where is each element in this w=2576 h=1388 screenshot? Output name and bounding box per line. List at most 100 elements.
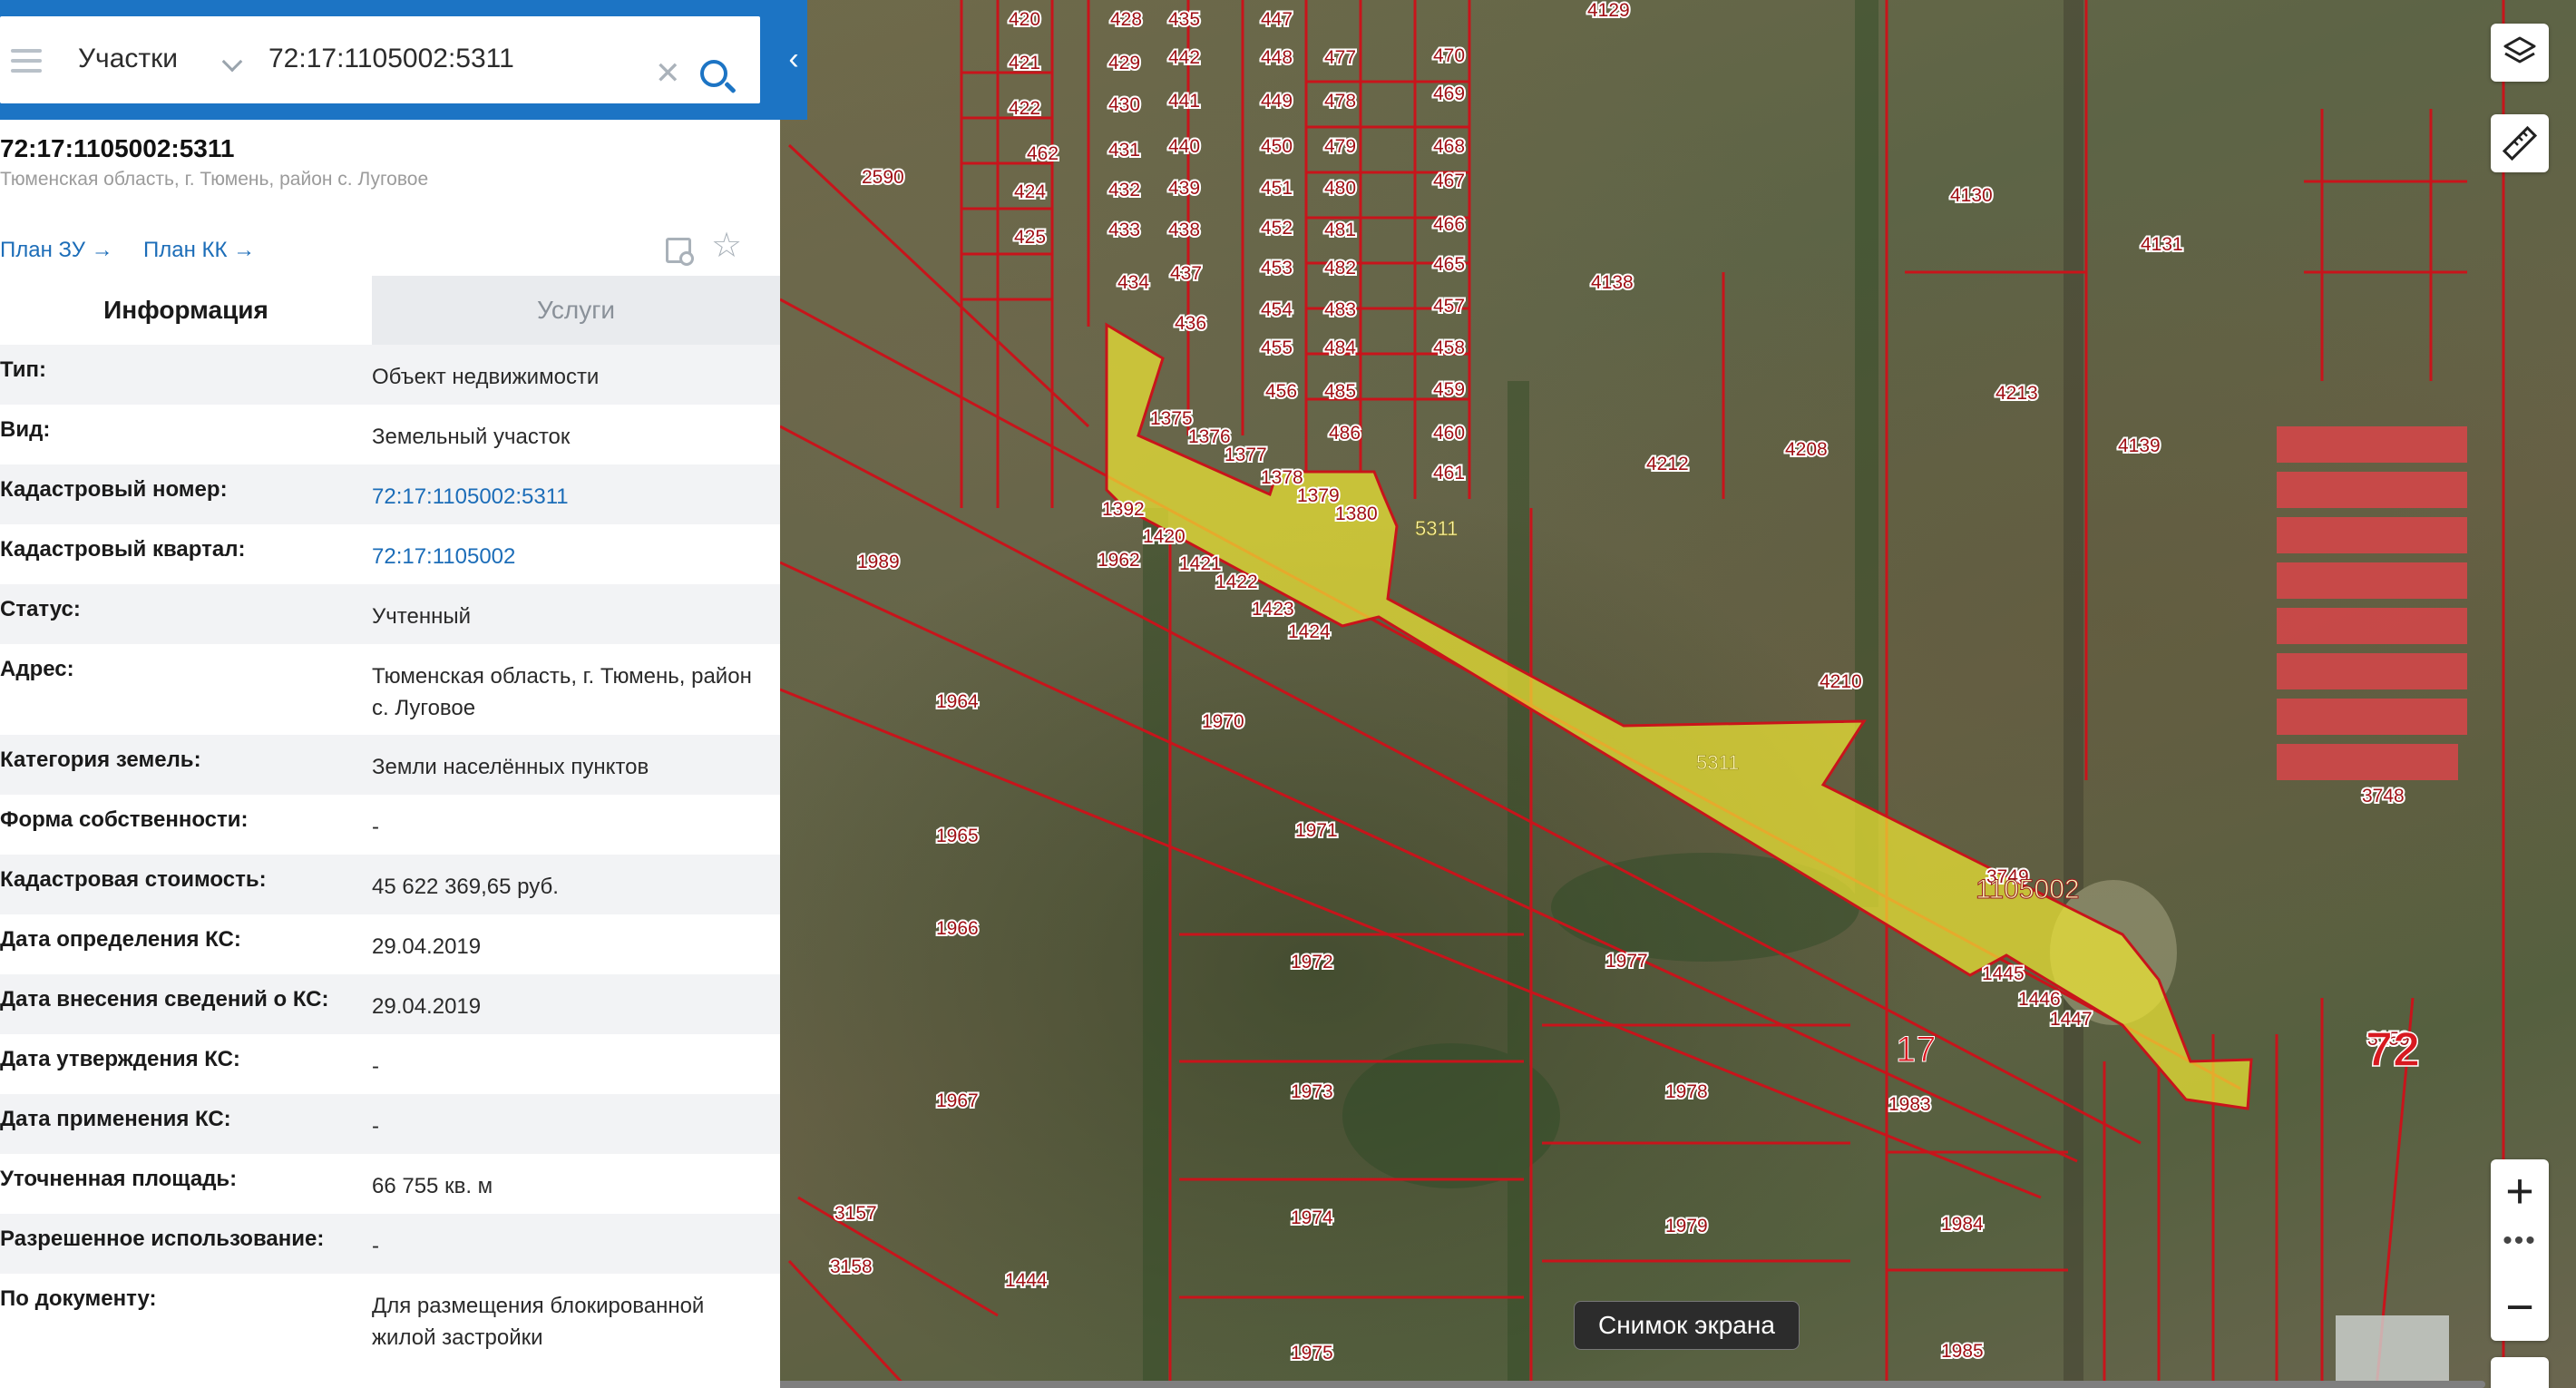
row-value: 29.04.2019 <box>372 934 482 959</box>
parcel-number-label: 1420 <box>1143 526 1186 547</box>
parcel-number-label: 441 <box>1168 91 1200 112</box>
parcel-number-label: 1975 <box>1291 1343 1333 1364</box>
layers-button[interactable] <box>2491 24 2549 82</box>
parcel-number-label: 1970 <box>1202 711 1244 732</box>
row-value-link[interactable]: 72:17:1105002 <box>372 541 771 572</box>
cadastral-overlay[interactable]: 420 421 422 462 424 425 428 429 430 431 432 433 434 4… <box>780 0 2576 1388</box>
parcel-number-label: 451 <box>1261 178 1293 199</box>
parcel-number-label: 456 <box>1265 381 1297 402</box>
parcel-number-label: 1979 <box>1665 1216 1708 1236</box>
parcel-number-label: 4138 <box>1591 272 1634 293</box>
selected-parcel-label-1: 5311 <box>1415 517 1458 540</box>
object-type-select[interactable]: Участки <box>78 44 178 74</box>
parcel-number-label: 1375 <box>1150 408 1193 429</box>
clear-icon[interactable]: ✕ <box>655 58 681 89</box>
parcel-number-label: 1972 <box>1291 952 1333 973</box>
parcel-number-label: 455 <box>1261 337 1293 358</box>
menu-icon[interactable] <box>11 49 42 73</box>
zoom-out-button[interactable]: − <box>2491 1276 2549 1339</box>
tab-services[interactable]: Услуги <box>372 276 780 345</box>
parcel-number-label: 1962 <box>1098 550 1140 571</box>
row-value-link[interactable]: 72:17:1105002:5311 <box>372 481 771 513</box>
parcel-number-label: 448 <box>1261 47 1293 68</box>
table-row: Тип: Объект недвижимости <box>0 345 780 405</box>
parcel-number-label: 479 <box>1324 136 1356 157</box>
table-row: Дата определения КС: 29.04.2019 <box>0 914 780 974</box>
chevron-down-icon[interactable] <box>221 51 243 73</box>
parcel-number-label: 486 <box>1329 423 1361 444</box>
search-icon[interactable] <box>700 60 727 87</box>
parcel-number-label: 1422 <box>1215 572 1258 592</box>
compass-button[interactable] <box>2491 1357 2549 1388</box>
ruler-icon <box>2502 125 2538 161</box>
parcel-number-label: 3158 <box>830 1256 873 1277</box>
parcel-number-label: 1978 <box>1665 1081 1708 1102</box>
table-row: Дата применения КС: - <box>0 1094 780 1154</box>
star-icon[interactable]: ☆ <box>711 229 742 263</box>
parcel-number-label: 440 <box>1168 136 1200 157</box>
panel-tabs: Информация Услуги <box>0 276 780 345</box>
parcel-number-label: 482 <box>1324 258 1356 279</box>
ruler-button[interactable] <box>2491 114 2549 172</box>
chevron-left-icon[interactable]: ‹ <box>780 27 807 91</box>
row-label: По документу: <box>0 1286 157 1311</box>
parcel-number-label: 466 <box>1433 214 1465 235</box>
attribute-table: Тип: Объект недвижимости Вид: Земельный уча… <box>0 345 780 1364</box>
region-label: 72 <box>2366 1022 2420 1077</box>
district-label: 17 <box>1896 1030 1937 1070</box>
parcel-number-label: 1444 <box>1005 1270 1048 1291</box>
plan-kk-link[interactable]: План КК → <box>143 238 255 263</box>
parcel-number-label: 452 <box>1261 218 1293 239</box>
row-label: Адрес: <box>0 657 74 681</box>
boundary-lines <box>780 0 2505 1388</box>
map-view[interactable]: 420 421 422 462 424 425 428 429 430 431 432 433 434 4… <box>780 0 2576 1388</box>
parcel-number-label: 468 <box>1433 136 1465 157</box>
parcel-number-label: 437 <box>1170 263 1202 284</box>
more-icon[interactable]: ••• <box>2491 1223 2549 1259</box>
parcel-number-label: 1985 <box>1941 1341 1984 1362</box>
zoom-out-icon: − <box>2505 1280 2534 1334</box>
parcel-number-label: 424 <box>1014 181 1046 202</box>
row-value: Учтенный <box>372 604 471 629</box>
parcel-number-label: 432 <box>1108 180 1140 200</box>
parcel-number-label: 478 <box>1324 91 1356 112</box>
layers-icon <box>2503 36 2536 64</box>
parcel-number-label: 480 <box>1324 178 1356 199</box>
table-row: Адрес: Тюменская область, г. Тюмень, райо… <box>0 644 780 735</box>
search-box: Участки ✕ <box>0 16 760 103</box>
plan-zu-link[interactable]: План ЗУ → <box>0 238 113 263</box>
parcel-number-label: 436 <box>1175 313 1206 334</box>
table-row: Вид: Земельный участок <box>0 405 780 464</box>
row-label: Кадастровый номер: <box>0 477 228 502</box>
parcel-number-label: 458 <box>1433 337 1465 358</box>
row-value: Для размещения блокированной жилой застр… <box>372 1294 705 1350</box>
table-row: Кадастровый номер: 72:17:1105002:5311 <box>0 464 780 524</box>
minimap[interactable] <box>2336 1315 2449 1388</box>
parcel-number-label: 1974 <box>1291 1207 1333 1228</box>
row-label: Кадастровая стоимость: <box>0 867 267 892</box>
parcel-number-label: 457 <box>1433 296 1465 317</box>
zoom-document-icon[interactable] <box>666 238 694 266</box>
row-label: Дата утверждения КС: <box>0 1047 240 1071</box>
table-row: Кадастровый квартал: 72:17:1105002 <box>0 524 780 584</box>
row-value: Тюменская область, г. Тюмень, район с. Л… <box>372 664 752 720</box>
parcel-number-label: 1424 <box>1288 621 1331 642</box>
parcel-number-label: 4212 <box>1646 454 1689 474</box>
row-label: Тип: <box>0 357 46 382</box>
row-label: Уточненная площадь: <box>0 1167 238 1191</box>
parcel-number-label: 1984 <box>1941 1214 1984 1235</box>
search-input[interactable] <box>268 36 631 82</box>
row-value: 66 755 кв. м <box>372 1174 493 1198</box>
parcel-number-label: 1392 <box>1102 499 1145 520</box>
parcel-number-label: 420 <box>1009 9 1040 30</box>
row-value: - <box>372 1054 379 1079</box>
parcel-number-label: 453 <box>1261 258 1293 279</box>
tab-information[interactable]: Информация <box>0 276 372 345</box>
parcel-number-label: 1965 <box>936 826 979 846</box>
row-value: Земельный участок <box>372 425 571 449</box>
parcel-number-label: 2590 <box>862 167 904 188</box>
parcel-number-label: 1977 <box>1605 951 1648 972</box>
zoom-in-button[interactable]: + <box>2491 1159 2549 1223</box>
built-up-blocks <box>2277 426 2467 780</box>
parcel-address: Тюменская область, г. Тюмень, район с. Л… <box>0 169 429 190</box>
